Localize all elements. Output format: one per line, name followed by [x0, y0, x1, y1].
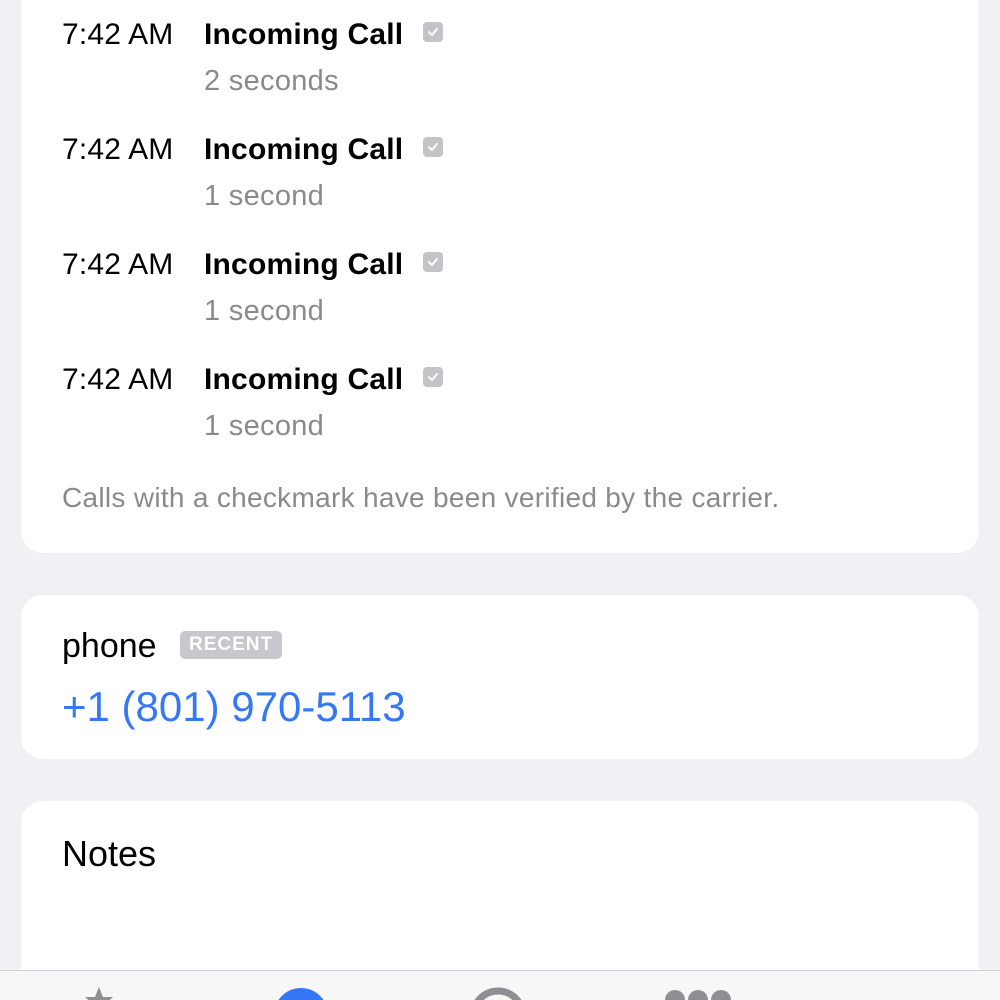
call-history-row: 7:42 AM Incoming Call 1 second: [62, 133, 662, 223]
call-type: Incoming Call: [204, 363, 404, 396]
call-time: 7:42 AM: [62, 363, 174, 396]
verified-checkmark-icon: [423, 367, 443, 387]
phone-label: phone: [62, 627, 157, 665]
call-duration: 2 seconds: [204, 65, 339, 97]
verified-checkmark-icon: [423, 252, 443, 272]
recent-badge: RECENT: [180, 631, 283, 659]
call-time: 7:42 AM: [62, 133, 174, 166]
favorites-icon[interactable]: [84, 985, 114, 1000]
call-type: Incoming Call: [204, 248, 404, 281]
call-duration: 1 second: [204, 410, 325, 442]
call-duration: 1 second: [204, 180, 325, 212]
tab-bar: [0, 970, 1000, 1000]
contact-detail-screen: 7:42 AM Incoming Call 2 seconds 7:42 AM …: [0, 0, 1000, 1000]
call-time: 7:42 AM: [62, 248, 174, 281]
phone-card[interactable]: phone RECENT +1 (801) 970-5113: [21, 595, 979, 759]
notes-label: Notes: [62, 833, 157, 874]
call-time: 7:42 AM: [62, 18, 174, 51]
keypad-icon[interactable]: [665, 989, 731, 1000]
call-history-row: 7:42 AM Incoming Call 1 second: [62, 248, 662, 338]
verified-checkmark-icon: [423, 22, 443, 42]
verified-checkmark-icon: [423, 137, 443, 157]
verification-footnote: Calls with a checkmark have been verifie…: [62, 482, 780, 513]
call-duration: 1 second: [204, 295, 325, 327]
call-history-card: 7:42 AM Incoming Call 2 seconds 7:42 AM …: [21, 0, 979, 553]
call-history-row: 7:42 AM Incoming Call 1 second: [62, 363, 662, 453]
recents-icon[interactable]: [273, 987, 329, 1000]
call-type: Incoming Call: [204, 133, 404, 166]
call-history-row: 7:42 AM Incoming Call 2 seconds: [62, 18, 662, 108]
call-type: Incoming Call: [204, 18, 404, 51]
phone-number-link[interactable]: +1 (801) 970-5113: [62, 683, 406, 731]
contacts-icon[interactable]: [469, 987, 527, 1000]
